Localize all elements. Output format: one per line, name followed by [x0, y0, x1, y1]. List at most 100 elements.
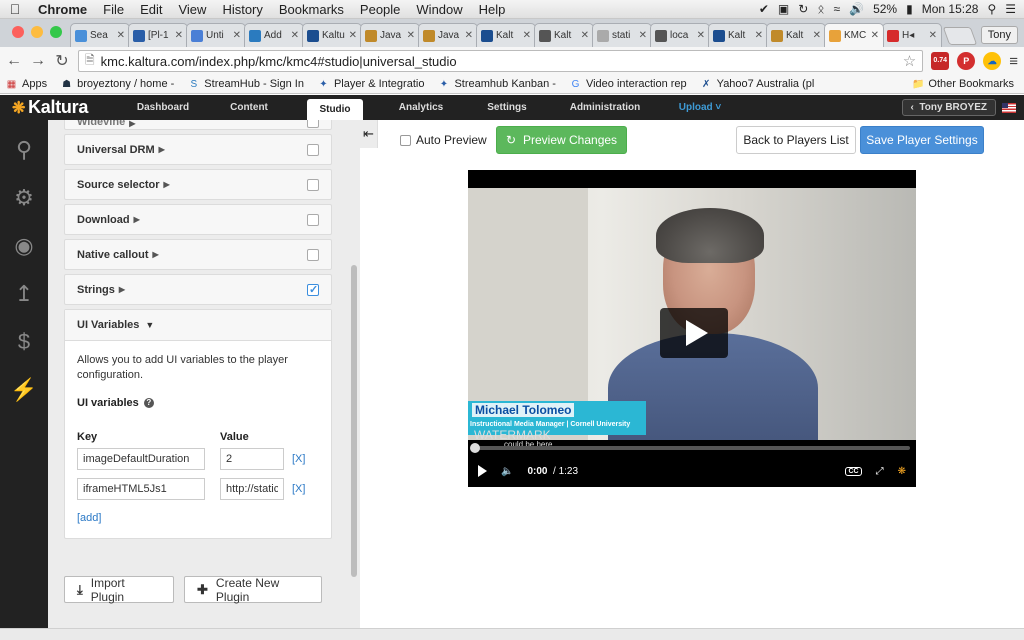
tab-close-icon[interactable]: ✕: [175, 30, 183, 41]
eye-icon[interactable]: ◉: [0, 222, 48, 270]
analytics-chart-icon[interactable]: ↥: [0, 270, 48, 318]
battery-percent[interactable]: 52%: [873, 2, 897, 16]
browser-tab[interactable]: Kalt ✕: [534, 23, 594, 47]
browser-tab[interactable]: Sea ✕: [70, 23, 130, 47]
browser-tab[interactable]: Add ✕: [244, 23, 304, 47]
close-window-button[interactable]: [12, 26, 24, 38]
closed-captions-icon[interactable]: CC: [845, 466, 862, 476]
plugin-checkbox[interactable]: [307, 283, 319, 296]
video-frame[interactable]: Michael Tolomeo Instructional Media Mana…: [468, 188, 916, 440]
bookmark-yahoo7[interactable]: ✗ Yahoo7 Australia (pl: [701, 78, 814, 90]
browser-tab[interactable]: [Pl-1 ✕: [128, 23, 188, 47]
bookmark-star-icon[interactable]: ☆: [903, 52, 916, 70]
seek-bar[interactable]: [470, 443, 910, 453]
apple-icon[interactable]: : [0, 1, 30, 17]
kaltura-logo[interactable]: ❋ Kaltura: [0, 97, 120, 118]
menu-bookmarks[interactable]: Bookmarks: [271, 2, 352, 17]
url-text[interactable]: kmc.kaltura.com/index.php/kmc/kmc4#studi…: [101, 54, 457, 69]
new-tab-button[interactable]: [942, 27, 978, 45]
seek-handle[interactable]: [470, 443, 480, 453]
ui-variables-header[interactable]: UI Variables ▼: [65, 310, 331, 341]
nav-dashboard[interactable]: Dashboard: [120, 95, 206, 120]
tab-close-icon[interactable]: ✕: [465, 30, 473, 41]
user-menu-button[interactable]: ‹ Tony BROYEZ: [901, 99, 996, 116]
tab-close-icon[interactable]: ✕: [755, 30, 763, 41]
panel-scrollbar[interactable]: [348, 120, 360, 628]
volume-icon[interactable]: 🔊: [849, 2, 864, 16]
remove-variable-link[interactable]: [X]: [292, 453, 305, 465]
tab-close-icon[interactable]: ✕: [407, 30, 415, 41]
remove-variable-link[interactable]: [X]: [292, 483, 305, 495]
menu-file[interactable]: File: [95, 2, 132, 17]
plug-icon[interactable]: ⚡: [0, 366, 48, 414]
menu-view[interactable]: View: [170, 2, 214, 17]
bookmark-apps[interactable]: ▦ Apps: [6, 78, 47, 90]
cloud-extension-icon[interactable]: ☁: [983, 52, 1002, 70]
plugin-row[interactable]: Universal DRM ▶: [64, 134, 332, 165]
forward-arrow-icon[interactable]: →: [30, 52, 46, 70]
browser-tab[interactable]: Java ✕: [360, 23, 420, 47]
tab-close-icon[interactable]: ✕: [233, 30, 241, 41]
tab-close-icon[interactable]: ✕: [581, 30, 589, 41]
battery-icon[interactable]: ▮: [906, 2, 913, 16]
panel-scrollbar-thumb[interactable]: [351, 265, 357, 577]
nav-settings[interactable]: Settings: [464, 95, 550, 120]
browser-tab[interactable]: Java ✕: [418, 23, 478, 47]
profile-button[interactable]: Tony: [980, 26, 1018, 44]
tab-close-icon[interactable]: ✕: [523, 30, 531, 41]
browser-tab[interactable]: loca ✕: [650, 23, 710, 47]
nav-studio[interactable]: Studio: [307, 99, 363, 120]
bookmark-streamhub-kanban[interactable]: ✦ Streamhub Kanban -: [438, 78, 556, 90]
plugin-checkbox[interactable]: [307, 248, 319, 261]
tab-close-icon[interactable]: ✕: [291, 30, 299, 41]
nav-content[interactable]: Content: [206, 95, 292, 120]
tab-close-icon[interactable]: ✕: [639, 30, 647, 41]
notification-center-icon[interactable]: ☰: [1005, 2, 1016, 16]
plugin-checkbox[interactable]: [307, 178, 319, 191]
video-player[interactable]: Michael Tolomeo Instructional Media Mana…: [468, 170, 916, 487]
browser-tab[interactable]: Kalt ✕: [708, 23, 768, 47]
save-player-settings-button[interactable]: Save Player Settings: [860, 126, 984, 154]
bluetooth-icon[interactable]: ᛟ: [817, 2, 824, 16]
menu-help[interactable]: Help: [471, 2, 514, 17]
check-icon[interactable]: ✔: [759, 2, 769, 16]
browser-tab[interactable]: H◂ ✕: [882, 23, 942, 47]
menu-people[interactable]: People: [352, 2, 408, 17]
preview-changes-button[interactable]: ↻ Preview Changes: [496, 126, 627, 154]
browser-tab[interactable]: Unti ✕: [186, 23, 246, 47]
auto-preview-checkbox[interactable]: [400, 134, 411, 146]
time-machine-icon[interactable]: ↻: [798, 2, 808, 16]
minimize-window-button[interactable]: [31, 26, 43, 38]
play-icon[interactable]: [478, 465, 487, 477]
help-icon[interactable]: ?: [143, 398, 154, 408]
browser-tab[interactable]: Kalt ✕: [476, 23, 536, 47]
browser-tab[interactable]: Kalt ✕: [766, 23, 826, 47]
tab-close-icon[interactable]: ✕: [813, 30, 821, 41]
plugin-row[interactable]: Strings ▶: [64, 274, 332, 305]
address-bar[interactable]: 🗎 kmc.kaltura.com/index.php/kmc/kmc4#stu…: [78, 50, 924, 72]
bookmark-video-interaction[interactable]: G Video interaction rep: [570, 78, 687, 90]
bookmark-streamhub[interactable]: S StreamHub - Sign In: [188, 78, 304, 90]
chrome-menu-icon[interactable]: ≡: [1009, 53, 1018, 70]
spotlight-icon[interactable]: ⚲: [987, 2, 996, 16]
tab-close-icon[interactable]: ✕: [349, 30, 357, 41]
plugin-row[interactable]: Native callout ▶: [64, 239, 332, 270]
bookmark-player-integration[interactable]: ✦ Player & Integratio: [318, 78, 424, 90]
monitor-icon[interactable]: ▣: [778, 2, 789, 16]
variable-value-input[interactable]: [220, 478, 284, 500]
nav-analytics[interactable]: Analytics: [378, 95, 464, 120]
back-arrow-icon[interactable]: ←: [6, 52, 22, 70]
import-plugin-button[interactable]: ⤓ Import Plugin: [64, 576, 174, 604]
us-flag-icon[interactable]: [1002, 102, 1016, 113]
tab-close-icon[interactable]: ✕: [697, 30, 705, 41]
kaltura-flower-icon[interactable]: ❋: [898, 466, 906, 477]
volume-icon[interactable]: 🔈: [501, 466, 513, 477]
big-play-button[interactable]: [660, 308, 728, 358]
menu-window[interactable]: Window: [408, 2, 470, 17]
fullscreen-icon[interactable]: ⤢: [876, 466, 884, 477]
gears-icon[interactable]: ⚙: [0, 174, 48, 222]
variable-key-input[interactable]: [77, 448, 205, 470]
pinterest-icon[interactable]: P: [957, 52, 976, 70]
plugin-row[interactable]: Source selector ▶: [64, 169, 332, 200]
tab-close-icon[interactable]: ✕: [871, 30, 879, 41]
